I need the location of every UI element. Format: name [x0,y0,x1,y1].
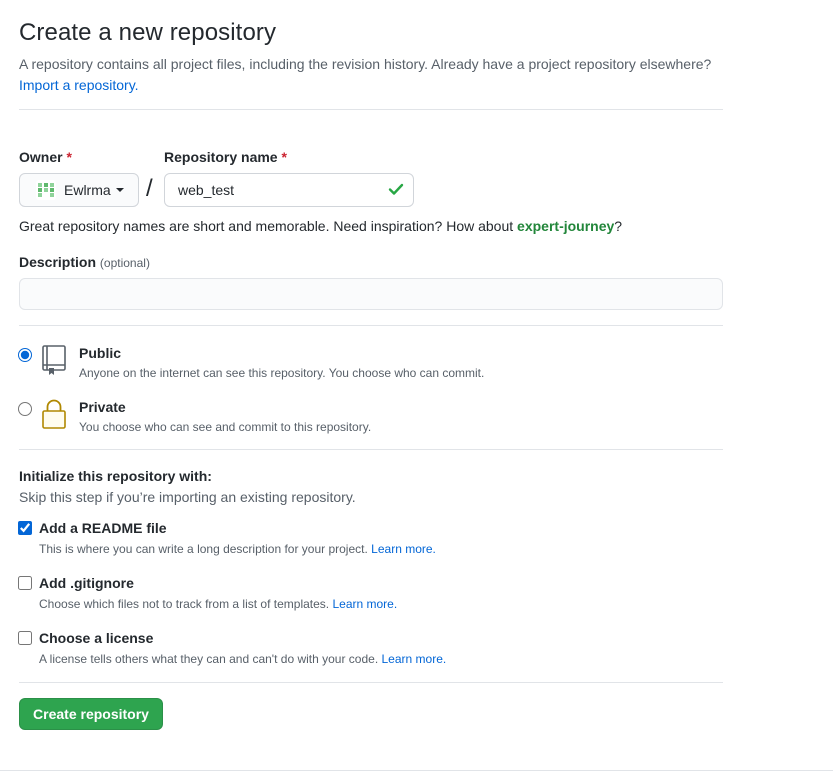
visibility-public-title: Public [79,345,122,361]
repository-name-input[interactable] [164,173,414,207]
choose-license-note: A license tells others what they can and… [39,652,447,666]
required-mark: * [66,149,72,165]
license-learn-more-link[interactable]: Learn more. [382,652,447,666]
page-title: Create a new repository [19,19,277,46]
add-gitignore-title: Add .gitignore [39,575,134,591]
repository-name-hint: Great repository names are short and mem… [19,218,623,234]
create-repository-button[interactable]: Create repository [19,698,163,730]
visibility-private-note: You choose who can see and commit to thi… [79,420,372,434]
initialize-subtitle: Skip this step if you’re importing an ex… [19,489,356,505]
description-label: Description (optional) [19,254,150,270]
description-input[interactable] [19,278,723,310]
name-suggestion-link[interactable]: expert-journey [517,218,614,234]
repository-name-label: Repository name * [164,149,287,165]
owner-select-button[interactable]: Ewlrma [19,173,139,207]
caret-down-icon [115,188,124,192]
page-subtitle: A repository contains all project files,… [19,54,739,96]
divider [19,449,723,450]
footer-divider [0,770,833,771]
subtitle-text: A repository contains all project files,… [19,56,712,72]
owner-label: Owner * [19,149,72,165]
add-readme-checkbox[interactable] [18,521,32,535]
add-gitignore-checkbox[interactable] [18,576,32,590]
add-gitignore-note: Choose which files not to track from a l… [39,597,398,611]
identicon-avatar-icon [36,180,56,200]
import-repository-link[interactable]: Import a repository. [19,77,139,93]
gitignore-learn-more-link[interactable]: Learn more. [332,597,397,611]
owner-name: Ewlrma [64,182,111,198]
divider [19,109,723,110]
owner-repo-separator: / [146,175,153,202]
initialize-title: Initialize this repository with: [19,468,212,484]
choose-license-title: Choose a license [39,630,154,646]
visibility-public-note: Anyone on the internet can see this repo… [79,366,485,380]
lock-icon [42,399,66,429]
divider [19,325,723,326]
add-readme-title: Add a README file [39,520,167,536]
create-repository-page: Create a new repository A repository con… [0,0,833,784]
required-mark: * [281,149,287,165]
divider [19,682,723,683]
add-readme-note: This is where you can write a long descr… [39,542,436,556]
check-icon [388,183,404,195]
optional-tag: (optional) [99,256,150,270]
readme-learn-more-link[interactable]: Learn more. [371,542,436,556]
visibility-public-radio[interactable] [18,348,32,362]
visibility-private-radio[interactable] [18,402,32,416]
choose-license-checkbox[interactable] [18,631,32,645]
repo-icon [42,345,66,375]
visibility-private-title: Private [79,399,126,415]
